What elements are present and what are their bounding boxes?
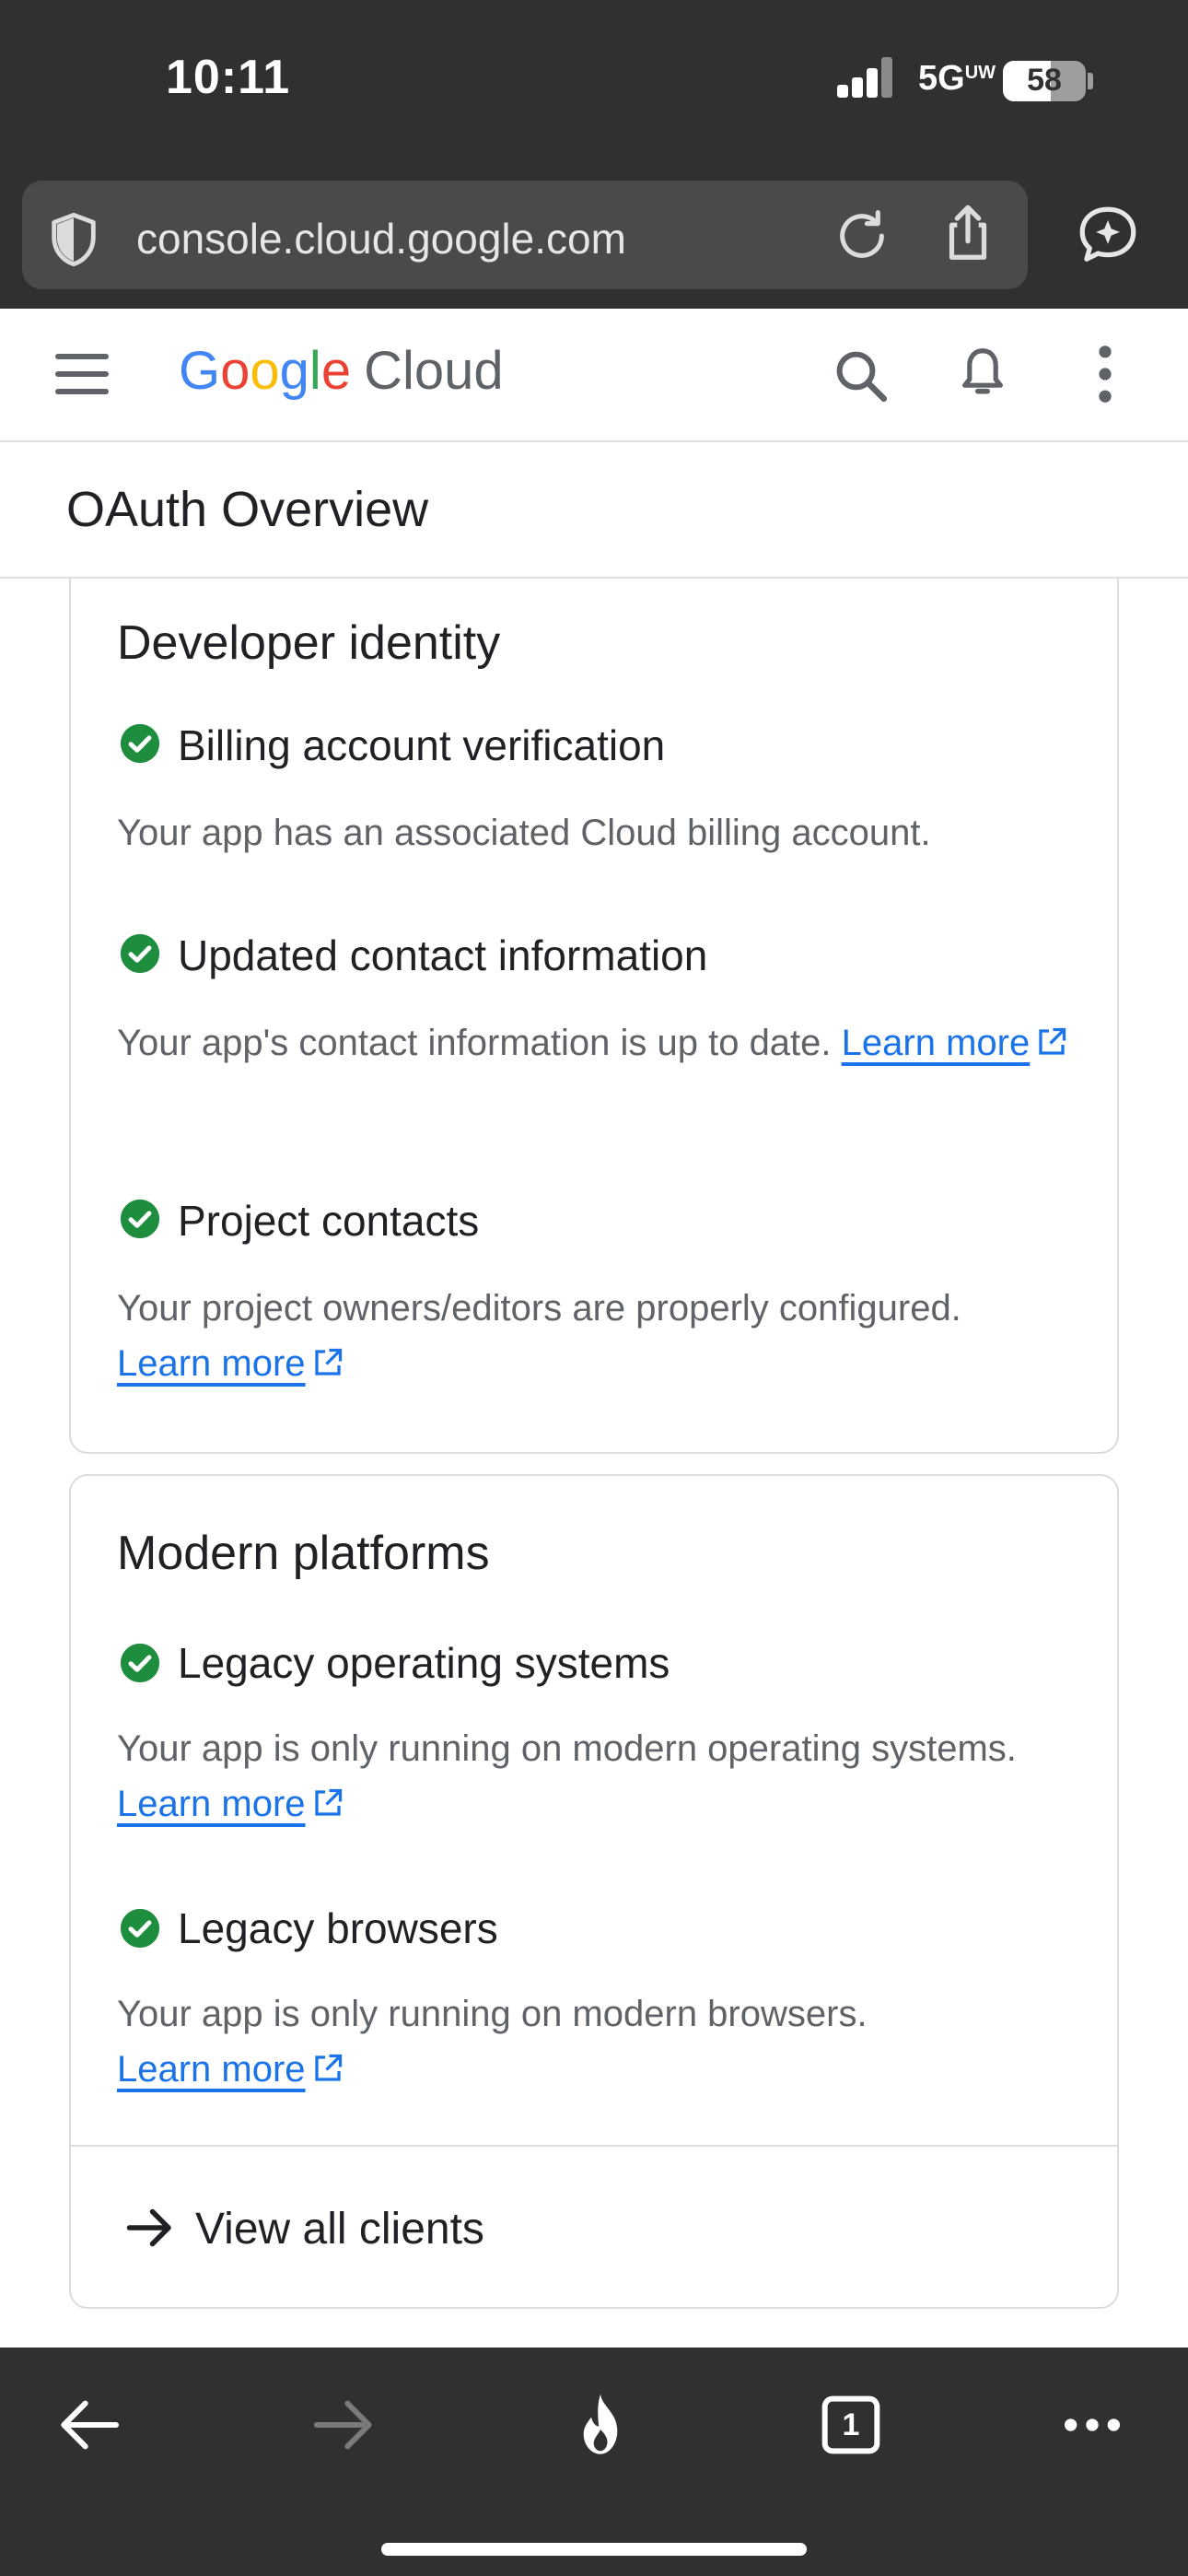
page-title-bar: OAuth Overview xyxy=(0,442,1188,579)
external-link-icon xyxy=(1039,1027,1066,1055)
arrow-right-icon xyxy=(126,2208,171,2247)
check-item-title: Project contacts xyxy=(178,1197,480,1245)
check-item-description: Your project owners/editors are properly… xyxy=(117,1288,961,1384)
learn-more-link[interactable]: Learn more xyxy=(117,1343,344,1384)
card-title: Modern platforms xyxy=(117,1527,490,1580)
check-circle-icon xyxy=(120,1643,160,1683)
check-item-description: Your app's contact information is up to … xyxy=(117,1015,1093,1071)
modern-platforms-card: Modern platforms Legacy operating system… xyxy=(69,1474,1119,2309)
more-vert-icon[interactable] xyxy=(1087,344,1124,404)
browser-toolbar: 1 xyxy=(0,2348,1188,2576)
check-item-description: Your app has an associated Cloud billing… xyxy=(117,813,931,853)
back-arrow-icon[interactable] xyxy=(52,2388,125,2462)
external-link-icon xyxy=(314,2054,342,2081)
check-item-description: Your app is only running on modern opera… xyxy=(117,1728,1017,1824)
view-all-clients-button[interactable]: View all clients xyxy=(71,2147,1117,2309)
check-item-title: Legacy operating systems xyxy=(178,1639,670,1687)
learn-more-link[interactable]: Learn more xyxy=(842,1023,1069,1063)
card-title: Developer identity xyxy=(117,616,501,670)
home-indicator[interactable] xyxy=(381,2543,807,2556)
status-bar: 10:11 5GUW 58 xyxy=(0,0,1188,166)
shield-icon[interactable] xyxy=(44,210,103,269)
check-item-title: Legacy browsers xyxy=(178,1904,498,1952)
battery-icon: 58 xyxy=(1003,61,1086,101)
flame-icon[interactable] xyxy=(564,2388,637,2462)
notifications-bell-icon[interactable] xyxy=(954,342,1011,403)
browser-bar: console.cloud.google.com xyxy=(0,166,1188,309)
ai-chat-icon[interactable] xyxy=(1074,201,1142,269)
check-circle-icon xyxy=(120,1199,160,1239)
developer-identity-card: Developer identity Billing account verif… xyxy=(69,579,1119,1454)
menu-icon[interactable] xyxy=(55,354,109,394)
battery-percent: 58 xyxy=(1027,63,1062,98)
check-item-title: Billing account verification xyxy=(178,721,666,769)
learn-more-link[interactable]: Learn more xyxy=(117,2049,344,2090)
check-circle-icon xyxy=(120,1908,160,1949)
check-item-description: Your app is only running on modern brows… xyxy=(117,1994,868,2090)
forward-arrow-icon[interactable] xyxy=(308,2388,381,2462)
check-circle-icon xyxy=(120,723,160,764)
search-icon[interactable] xyxy=(831,345,891,406)
share-icon[interactable] xyxy=(936,201,1000,265)
status-time: 10:11 xyxy=(166,51,291,104)
learn-more-link[interactable]: Learn more xyxy=(117,1784,344,1824)
check-circle-icon xyxy=(120,933,160,974)
more-horiz-icon[interactable] xyxy=(1055,2388,1129,2462)
external-link-icon xyxy=(314,1788,342,1816)
signal-strength-icon xyxy=(837,57,894,98)
address-bar[interactable]: console.cloud.google.com xyxy=(22,181,1028,289)
app-header: Google Cloud xyxy=(0,309,1188,442)
page-title: OAuth Overview xyxy=(66,482,429,537)
battery-tip xyxy=(1088,73,1093,89)
reload-icon[interactable] xyxy=(833,206,891,265)
tab-count: 1 xyxy=(842,2407,860,2442)
google-cloud-logo[interactable]: Google Cloud xyxy=(179,340,504,402)
url-text[interactable]: console.cloud.google.com xyxy=(136,214,626,263)
external-link-icon xyxy=(314,1348,342,1376)
view-all-clients-label: View all clients xyxy=(195,2205,484,2254)
main-content[interactable]: Developer identity Billing account verif… xyxy=(0,579,1188,2348)
tabs-button[interactable]: 1 xyxy=(814,2388,888,2462)
check-item-title: Updated contact information xyxy=(178,931,708,979)
network-type: 5GUW xyxy=(918,59,996,98)
